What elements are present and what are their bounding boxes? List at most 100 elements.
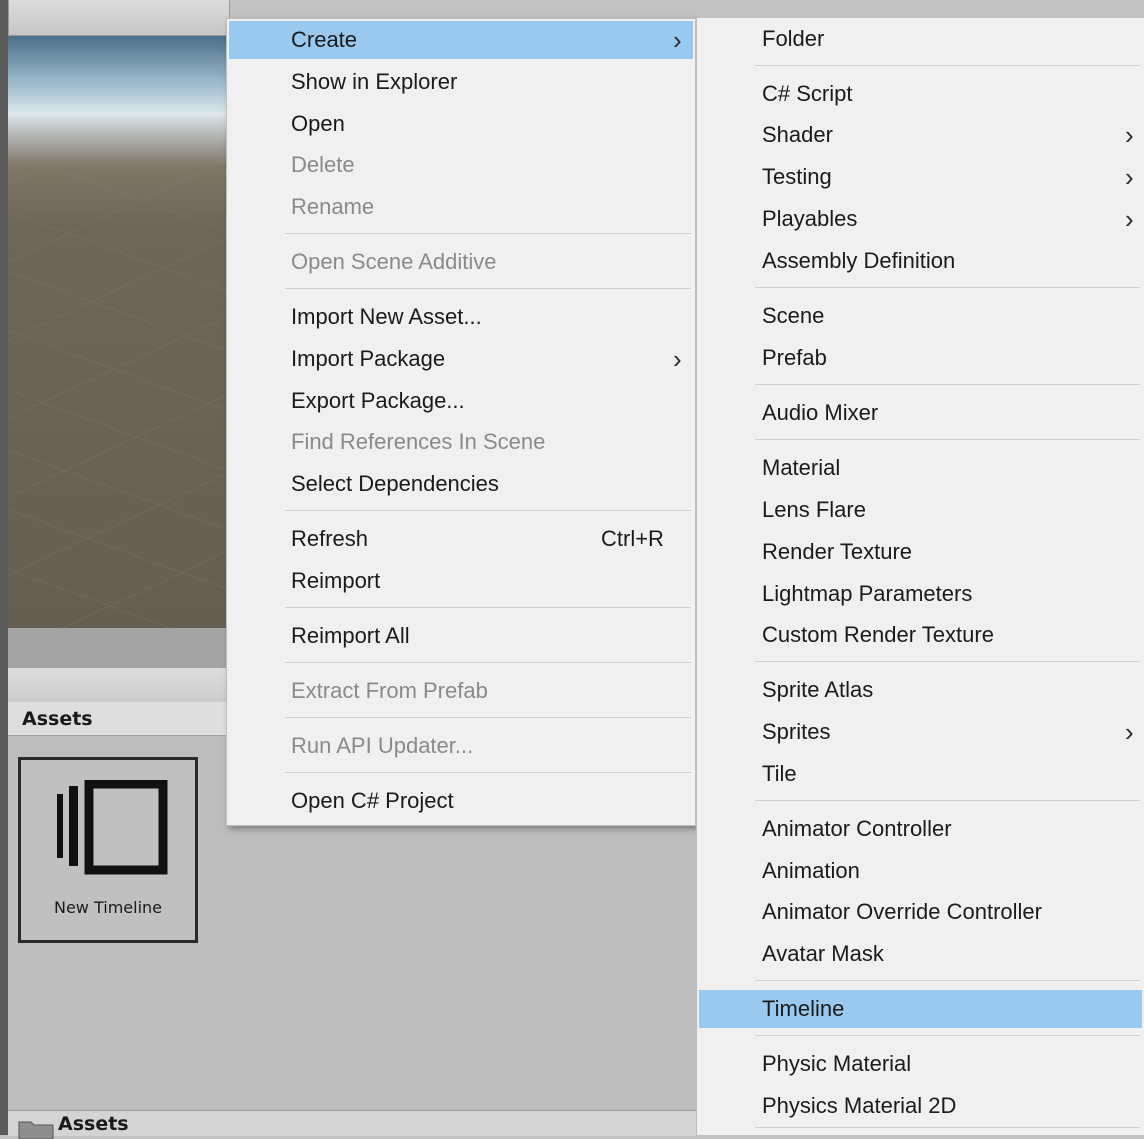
create-menu-item-tile[interactable]: Tile bbox=[699, 755, 1142, 793]
timeline-asset-icon bbox=[57, 780, 168, 875]
menu-separator bbox=[285, 510, 691, 511]
menu-separator bbox=[755, 800, 1140, 801]
context-menu-item-import-new-asset[interactable]: Import New Asset... bbox=[229, 298, 693, 336]
menu-item-label: Export Package... bbox=[291, 388, 465, 413]
menu-item-label: Render Texture bbox=[762, 539, 913, 564]
menu-item-label: Folder bbox=[762, 26, 825, 51]
context-menu-item-refresh[interactable]: Refresh Ctrl+R bbox=[229, 520, 693, 558]
menu-separator bbox=[285, 607, 691, 608]
menu-item-label: Reimport bbox=[291, 568, 381, 593]
create-menu-item-physic-material[interactable]: Physic Material bbox=[699, 1045, 1142, 1083]
context-menu-item-extract-from-prefab: Extract From Prefab bbox=[229, 672, 693, 710]
create-menu-item-render-texture[interactable]: Render Texture bbox=[699, 533, 1142, 571]
menu-item-shortcut: Ctrl+R bbox=[601, 526, 664, 551]
context-menu-item-export-package[interactable]: Export Package... bbox=[229, 382, 693, 420]
assets-context-menu: Create › Show in Explorer Open Delete Rename O… bbox=[226, 18, 696, 826]
create-menu-item-testing[interactable]: Testing › bbox=[699, 158, 1142, 196]
context-menu-item-reimport-all[interactable]: Reimport All bbox=[229, 617, 693, 655]
context-menu-item-create[interactable]: Create › bbox=[229, 21, 693, 59]
menu-item-label: Animation bbox=[762, 858, 860, 883]
context-menu-item-show-in-explorer[interactable]: Show in Explorer bbox=[229, 63, 693, 101]
menu-item-label: Run API Updater... bbox=[291, 733, 474, 758]
menu-separator bbox=[755, 1035, 1140, 1036]
context-menu-item-open[interactable]: Open bbox=[229, 105, 693, 143]
context-menu-item-reimport[interactable]: Reimport bbox=[229, 562, 693, 600]
scene-toolbar bbox=[8, 0, 230, 36]
create-menu-item-sprites[interactable]: Sprites › bbox=[699, 713, 1142, 751]
context-menu-item-open-scene-additive: Open Scene Additive bbox=[229, 243, 693, 281]
menu-item-label: Assembly Definition bbox=[762, 248, 956, 273]
scene-footer bbox=[8, 628, 230, 669]
chevron-right-icon: › bbox=[673, 25, 682, 55]
menu-separator bbox=[755, 1127, 1140, 1128]
context-menu-item-rename: Rename bbox=[229, 188, 693, 226]
create-menu-item-prefab[interactable]: Prefab bbox=[699, 339, 1142, 377]
menu-item-label: Animator Override Controller bbox=[762, 899, 1042, 924]
create-menu-item-lens-flare[interactable]: Lens Flare bbox=[699, 491, 1142, 529]
context-menu-item-delete: Delete bbox=[229, 146, 693, 184]
create-menu-item-animator-controller[interactable]: Animator Controller bbox=[699, 810, 1142, 848]
create-menu-item-sprite-atlas[interactable]: Sprite Atlas bbox=[699, 671, 1142, 709]
menu-item-label: Scene bbox=[762, 303, 825, 328]
context-menu-item-open-c-project[interactable]: Open C# Project bbox=[229, 782, 693, 820]
assets-header: Assets bbox=[8, 702, 228, 736]
menu-separator bbox=[755, 439, 1140, 440]
menu-item-label: Lightmap Parameters bbox=[762, 581, 973, 606]
folder-icon bbox=[18, 1121, 54, 1139]
create-menu-item-c-script[interactable]: C# Script bbox=[699, 75, 1142, 113]
create-menu-item-audio-mixer[interactable]: Audio Mixer bbox=[699, 394, 1142, 432]
menu-item-label: Extract From Prefab bbox=[291, 678, 488, 703]
asset-tile-label: New Timeline bbox=[53, 898, 162, 917]
chevron-right-icon: › bbox=[673, 344, 682, 374]
menu-separator bbox=[285, 233, 691, 234]
menu-item-label: Physics Material 2D bbox=[762, 1093, 957, 1118]
create-menu-item-animation[interactable]: Animation bbox=[699, 852, 1142, 890]
chevron-right-icon: › bbox=[1125, 120, 1134, 150]
menu-item-label: Avatar Mask bbox=[762, 941, 884, 966]
create-menu-item-scene[interactable]: Scene bbox=[699, 297, 1142, 335]
create-menu-item-material[interactable]: Material bbox=[699, 449, 1142, 487]
create-menu-item-custom-render-texture[interactable]: Custom Render Texture bbox=[699, 616, 1142, 654]
menu-item-label: Show in Explorer bbox=[291, 69, 458, 94]
menu-item-label: Tile bbox=[762, 761, 797, 786]
menu-item-label: Lens Flare bbox=[762, 497, 866, 522]
menu-separator bbox=[755, 384, 1140, 385]
menu-item-label: Open bbox=[291, 111, 345, 136]
menu-item-label: Timeline bbox=[762, 996, 845, 1021]
chevron-right-icon: › bbox=[1125, 162, 1134, 192]
menu-separator bbox=[285, 288, 691, 289]
context-menu-item-select-dependencies[interactable]: Select Dependencies bbox=[229, 465, 693, 503]
menu-item-label: Reimport All bbox=[291, 623, 410, 648]
menu-item-label: Import Package bbox=[291, 346, 446, 371]
menu-separator bbox=[285, 662, 691, 663]
asset-tile-new-timeline[interactable]: New Timeline bbox=[18, 757, 198, 943]
menu-item-label: Select Dependencies bbox=[291, 471, 499, 496]
menu-item-label: Shader bbox=[762, 122, 833, 147]
menu-item-label: Find References In Scene bbox=[291, 429, 546, 454]
menu-item-label: Audio Mixer bbox=[762, 400, 879, 425]
create-menu-item-folder[interactable]: Folder bbox=[699, 20, 1142, 58]
create-menu-item-lightmap-parameters[interactable]: Lightmap Parameters bbox=[699, 575, 1142, 613]
menu-item-label: Custom Render Texture bbox=[762, 622, 994, 647]
menu-item-label: Refresh bbox=[291, 526, 369, 551]
create-submenu: Folder C# Script Shader › Testing › Playables ›… bbox=[696, 18, 1144, 1135]
menu-separator bbox=[755, 661, 1140, 662]
chevron-right-icon: › bbox=[1125, 204, 1134, 234]
window-edge bbox=[0, 0, 8, 1135]
create-menu-item-playables[interactable]: Playables › bbox=[699, 200, 1142, 238]
create-menu-item-assembly-definition[interactable]: Assembly Definition bbox=[699, 242, 1142, 280]
menu-separator bbox=[285, 772, 691, 773]
create-menu-item-avatar-mask[interactable]: Avatar Mask bbox=[699, 935, 1142, 973]
create-menu-item-physics-material-2d[interactable]: Physics Material 2D bbox=[699, 1087, 1142, 1125]
menu-separator bbox=[755, 65, 1140, 66]
context-menu-item-import-package[interactable]: Import Package › bbox=[229, 340, 693, 378]
menu-item-label: Physic Material bbox=[762, 1051, 912, 1076]
menu-item-label: Create bbox=[291, 27, 358, 52]
menu-separator bbox=[285, 717, 691, 718]
create-menu-item-animator-override-controller[interactable]: Animator Override Controller bbox=[699, 893, 1142, 931]
project-status-bar: Assets bbox=[8, 1110, 696, 1139]
scene-grid bbox=[8, 170, 230, 628]
create-menu-item-timeline[interactable]: Timeline bbox=[699, 990, 1142, 1028]
create-menu-item-shader[interactable]: Shader › bbox=[699, 116, 1142, 154]
menu-separator bbox=[755, 287, 1140, 288]
